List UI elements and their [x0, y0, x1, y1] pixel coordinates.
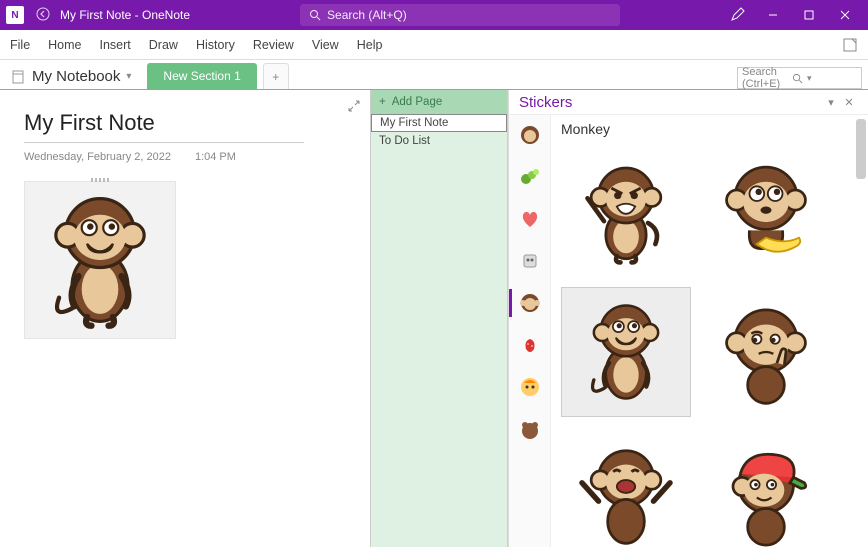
- sticker-item-thinking[interactable]: [701, 287, 831, 417]
- minimize-button[interactable]: [756, 0, 790, 30]
- chevron-down-icon: ▾: [126, 71, 131, 82]
- sticker-category[interactable]: [516, 121, 544, 149]
- stickers-panel: Stickers ▾ ✕ Monkey: [508, 90, 868, 547]
- sticker-item-banana[interactable]: [701, 147, 831, 277]
- search-icon: [792, 73, 803, 84]
- inserted-sticker[interactable]: [24, 181, 176, 339]
- maximize-button[interactable]: [792, 0, 826, 30]
- window-title: My First Note - OneNote: [60, 8, 190, 22]
- note-title[interactable]: My First Note: [24, 110, 304, 136]
- sticker-item-angry[interactable]: [561, 147, 691, 277]
- scrollbar[interactable]: [856, 119, 866, 179]
- section-tab-row: My Notebook ▾ New Section 1 + Search (Ct…: [0, 60, 868, 90]
- note-canvas[interactable]: My First Note Wednesday, February 2, 202…: [0, 90, 370, 547]
- note-date: Wednesday, February 2, 2022: [24, 151, 171, 163]
- sticker-category[interactable]: [516, 415, 544, 443]
- notes-pane-icon[interactable]: [842, 37, 858, 53]
- app-icon: N: [6, 6, 24, 24]
- ribbon-home[interactable]: Home: [48, 38, 81, 52]
- ribbon-file[interactable]: File: [10, 38, 30, 52]
- global-search[interactable]: Search (Alt+Q): [300, 4, 620, 26]
- ribbon: File Home Insert Draw History Review Vie…: [0, 30, 868, 60]
- ribbon-review[interactable]: Review: [253, 38, 294, 52]
- sticker-item-cap[interactable]: [701, 427, 831, 547]
- sticker-category[interactable]: [516, 205, 544, 233]
- stickers-panel-title: Stickers: [519, 94, 572, 111]
- pen-mode-icon[interactable]: [730, 6, 746, 25]
- notebook-icon: [10, 69, 26, 85]
- sticker-category-label: Monkey: [561, 121, 858, 137]
- expand-icon[interactable]: [348, 100, 360, 115]
- sticker-category-list: [509, 115, 551, 547]
- back-icon[interactable]: [32, 7, 54, 24]
- notebook-dropdown[interactable]: My Notebook ▾: [0, 68, 143, 89]
- panel-close-icon[interactable]: ✕: [840, 96, 858, 109]
- sticker-category[interactable]: [516, 163, 544, 191]
- page-list: + Add Page My First Note To Do List: [370, 90, 508, 547]
- ribbon-view[interactable]: View: [312, 38, 339, 52]
- page-search[interactable]: Search (Ctrl+E) ▾: [737, 67, 862, 89]
- add-page-button[interactable]: + Add Page: [371, 90, 507, 114]
- close-button[interactable]: [828, 0, 862, 30]
- note-time: 1:04 PM: [195, 151, 236, 163]
- plus-icon: +: [379, 96, 386, 108]
- sticker-grid: Monkey: [551, 115, 868, 547]
- chevron-down-icon[interactable]: ▾: [807, 73, 857, 84]
- add-section-button[interactable]: +: [263, 63, 289, 89]
- sticker-item-cheer[interactable]: [561, 427, 691, 547]
- page-item[interactable]: My First Note: [371, 114, 507, 132]
- sticker-category[interactable]: [516, 247, 544, 275]
- page-item[interactable]: To Do List: [371, 132, 507, 150]
- sticker-item-happy[interactable]: [561, 287, 691, 417]
- ribbon-insert[interactable]: Insert: [100, 38, 131, 52]
- sticker-category-monkey[interactable]: [516, 289, 544, 317]
- search-icon: [309, 9, 321, 21]
- ribbon-help[interactable]: Help: [357, 38, 383, 52]
- ribbon-history[interactable]: History: [196, 38, 235, 52]
- ribbon-draw[interactable]: Draw: [149, 38, 178, 52]
- sticker-category[interactable]: [516, 331, 544, 359]
- section-tab[interactable]: New Section 1: [147, 63, 256, 89]
- panel-options-icon[interactable]: ▾: [822, 96, 840, 109]
- sticker-category[interactable]: [516, 373, 544, 401]
- title-bar: N My First Note - OneNote Search (Alt+Q): [0, 0, 868, 30]
